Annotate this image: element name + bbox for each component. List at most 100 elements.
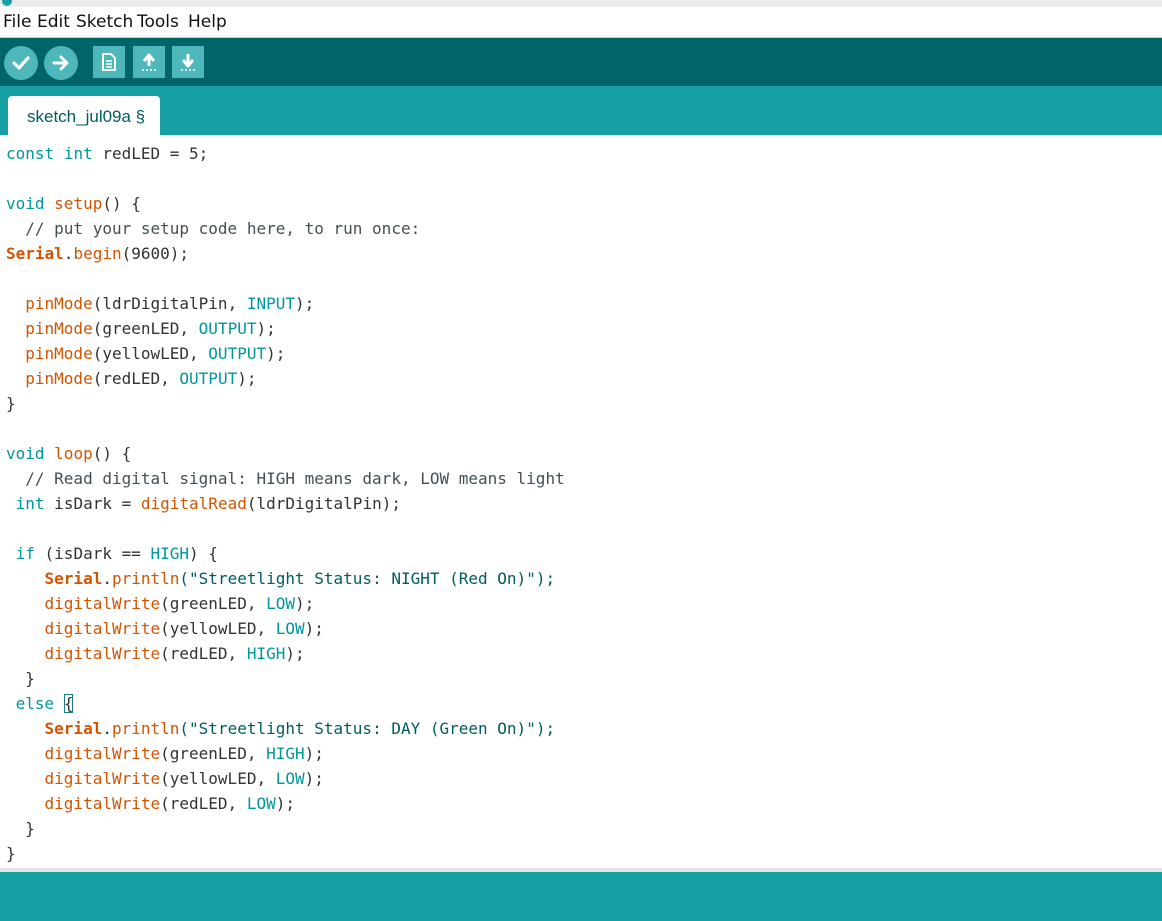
code-token: // Read digital signal: HIGH means dark,… [6, 469, 565, 488]
code-line[interactable]: } [6, 391, 16, 416]
cursor-brace: { [63, 694, 74, 713]
code-token: int [15, 494, 45, 513]
code-line[interactable]: pinMode(greenLED, OUTPUT); [6, 316, 276, 341]
code-line[interactable]: digitalWrite(greenLED, HIGH); [6, 741, 324, 766]
new-button[interactable] [93, 46, 125, 78]
code-token: (9600); [121, 244, 190, 263]
code-line[interactable]: } [6, 666, 35, 691]
code-token: loop [54, 444, 93, 463]
code-token: digitalWrite [44, 794, 161, 813]
menu-help[interactable]: Help [188, 12, 227, 32]
code-editor[interactable]: const int redLED = 5; void setup() { // p… [0, 135, 1162, 870]
code-token: ) { [189, 544, 218, 563]
code-token: ("Streetlight Status: NIGHT (Red On)"); [179, 569, 556, 588]
code-line[interactable]: void setup() { [6, 191, 141, 216]
code-token: LOW [275, 619, 305, 638]
code-token: println [111, 719, 180, 738]
code-line[interactable]: if (isDark == HIGH) { [6, 541, 218, 566]
code-line[interactable]: int isDark = digitalRead(ldrDigitalPin); [6, 491, 401, 516]
verify-button[interactable] [4, 46, 38, 80]
code-line[interactable]: pinMode(redLED, OUTPUT); [6, 366, 256, 391]
code-line[interactable]: void loop() { [6, 441, 131, 466]
code-token: Serial [44, 719, 103, 738]
save-button[interactable] [172, 46, 204, 78]
code-token: Serial [44, 569, 103, 588]
window-title-strip [0, 0, 1162, 7]
code-token: HIGH [150, 544, 190, 563]
code-token: OUTPUT [198, 319, 257, 338]
upload-button[interactable] [44, 46, 78, 80]
code-line[interactable]: Serial.println("Streetlight Status: DAY … [6, 716, 556, 741]
code-token: () { [102, 194, 141, 213]
tab-bar: sketch_jul09a § [0, 86, 1162, 135]
code-token: } [6, 844, 16, 863]
code-token: pinMode [25, 294, 93, 313]
code-token: ); [304, 619, 324, 638]
code-token: // put your setup code here, to run once… [6, 219, 421, 238]
code-line[interactable]: digitalWrite(redLED, HIGH); [6, 641, 305, 666]
code-token: ); [295, 294, 315, 313]
code-token: digitalWrite [44, 644, 161, 663]
code-token: (yellowLED, [160, 769, 276, 788]
code-line[interactable]: } [6, 816, 35, 841]
code-token: (redLED, [160, 794, 247, 813]
code-token: pinMode [25, 369, 93, 388]
code-token: (isDark == [34, 544, 151, 563]
code-token: void [6, 444, 45, 463]
check-icon [12, 56, 30, 70]
menu-tools[interactable]: Tools [137, 12, 179, 32]
code-line[interactable]: digitalWrite(yellowLED, LOW); [6, 616, 324, 641]
code-line[interactable]: const int redLED = 5; [6, 141, 208, 166]
menu-edit[interactable]: Edit [37, 12, 70, 32]
code-token: begin [73, 244, 122, 263]
code-line[interactable]: digitalWrite(greenLED, LOW); [6, 591, 315, 616]
code-token: ); [275, 794, 295, 813]
code-line[interactable]: digitalWrite(redLED, LOW); [6, 791, 295, 816]
code-token: ); [256, 319, 276, 338]
menu-file[interactable]: File [3, 12, 31, 32]
code-line[interactable]: pinMode(yellowLED, OUTPUT); [6, 341, 285, 366]
code-token: ); [295, 594, 315, 613]
code-token: const [6, 144, 55, 163]
code-token: Serial [6, 244, 64, 263]
tab-sketch[interactable]: sketch_jul09a § [8, 96, 160, 135]
code-token: setup [54, 194, 103, 213]
code-token: redLED = 5; [92, 144, 209, 163]
menu-sketch[interactable]: Sketch [76, 12, 133, 32]
code-token: println [111, 569, 180, 588]
code-token: LOW [266, 594, 295, 613]
code-line[interactable]: Serial.begin(9600); [6, 241, 189, 266]
code-token: isDark = [44, 494, 141, 513]
code-token: digitalRead [140, 494, 247, 513]
code-line[interactable]: // put your setup code here, to run once… [6, 216, 420, 241]
code-line[interactable]: // Read digital signal: HIGH means dark,… [6, 466, 565, 491]
open-button[interactable] [133, 46, 165, 78]
code-token: (ldrDigitalPin, [92, 294, 247, 313]
code-token: ); [237, 369, 257, 388]
code-line[interactable]: Serial.println("Streetlight Status: NIGH… [6, 566, 556, 591]
code-line[interactable]: } [6, 841, 16, 866]
code-token: if [15, 544, 35, 563]
code-token: } [6, 394, 16, 413]
code-line[interactable]: digitalWrite(yellowLED, LOW); [6, 766, 324, 791]
code-token: else [15, 694, 55, 713]
code-token: ); [266, 344, 286, 363]
console-area [0, 872, 1162, 921]
code-token: (yellowLED, [160, 619, 276, 638]
code-token: pinMode [25, 319, 93, 338]
code-token: (greenLED, [160, 744, 267, 763]
code-line[interactable]: else { [6, 691, 74, 716]
code-line[interactable]: pinMode(ldrDigitalPin, INPUT); [6, 291, 314, 316]
arrow-down-icon [181, 54, 195, 71]
code-token: } [6, 669, 35, 688]
code-token: ); [304, 769, 324, 788]
